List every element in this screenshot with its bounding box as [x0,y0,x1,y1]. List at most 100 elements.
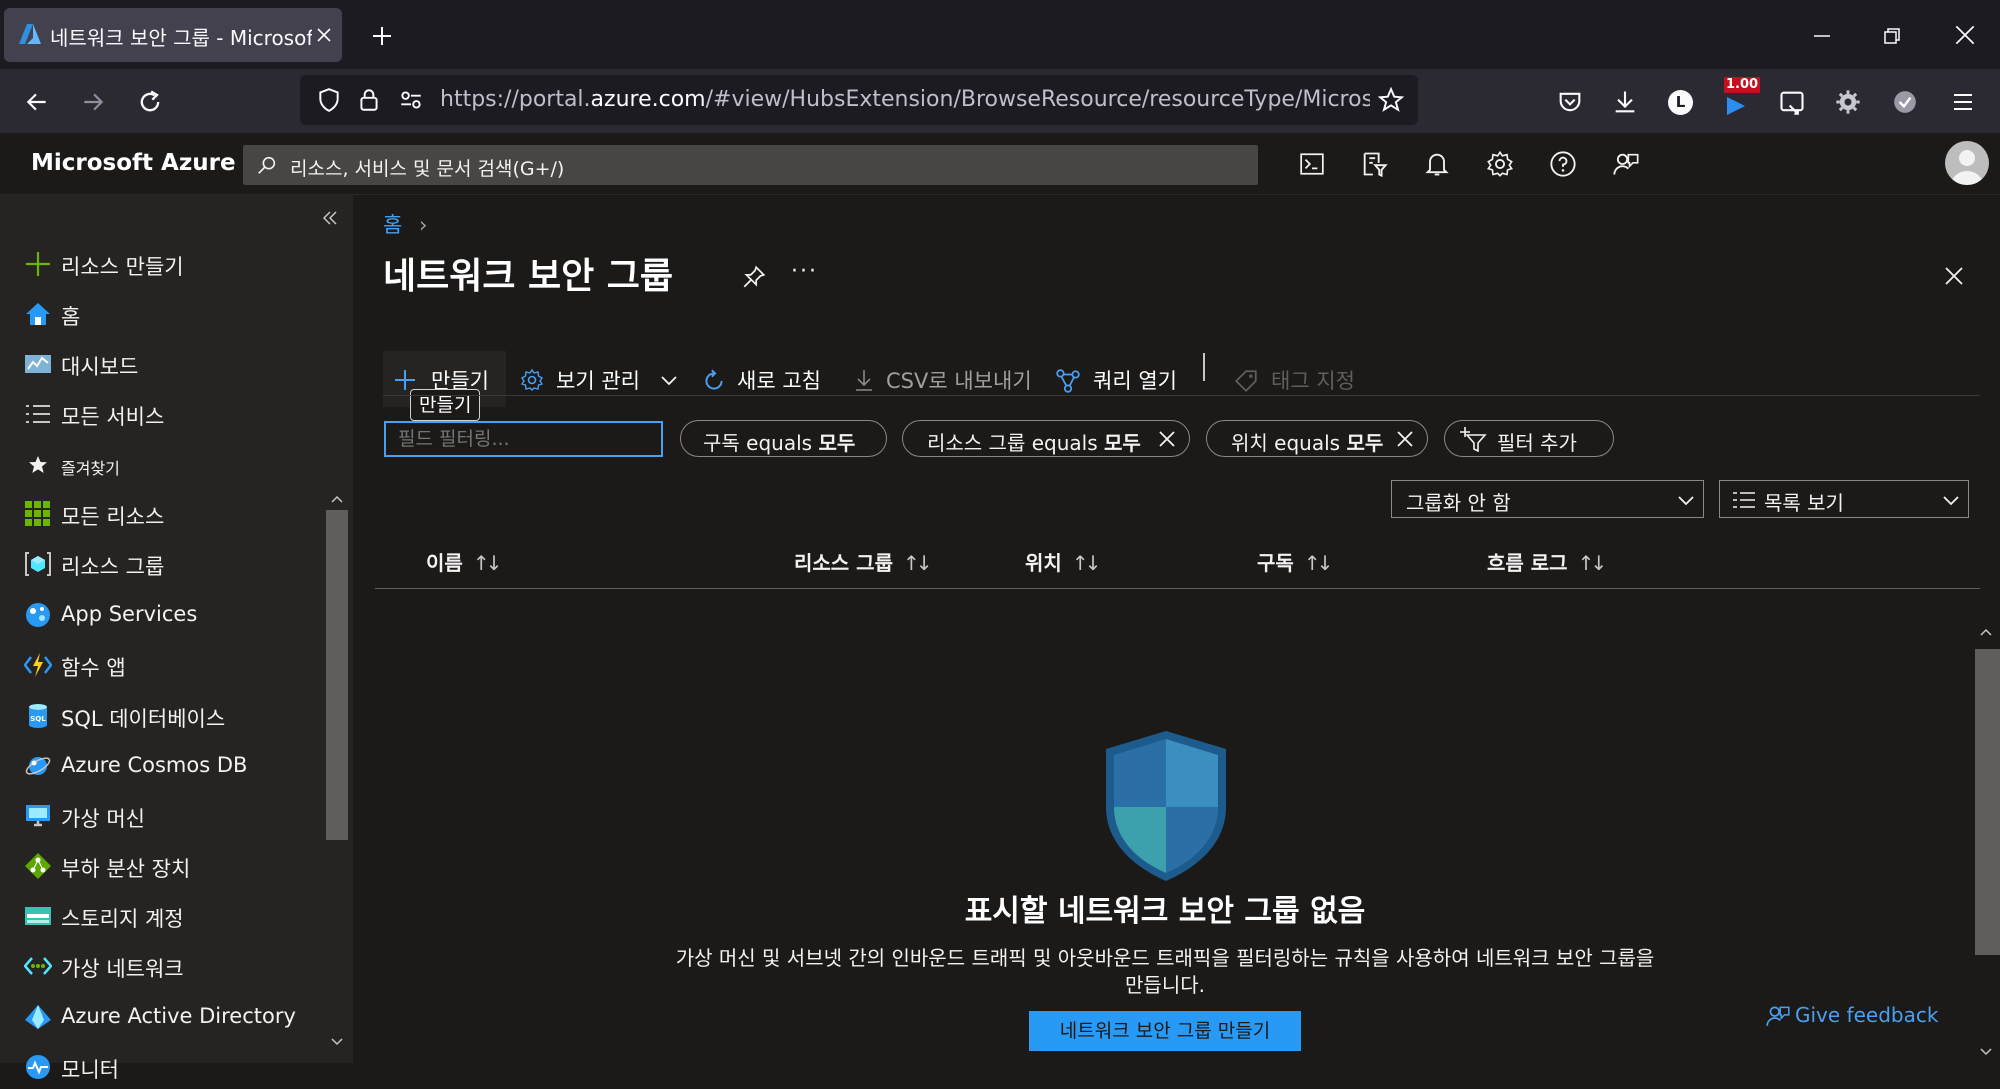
sidebar-item-active-directory[interactable]: Azure Active Directory [0,993,320,1039]
column-header-subscription[interactable]: 구독 ↑↓ [1257,547,1333,576]
bookmark-star-icon[interactable] [1378,87,1404,113]
close-blade-icon[interactable] [1942,264,1966,288]
grouping-dropdown[interactable]: 그룹화 안 함 [1391,480,1704,518]
column-header-name[interactable]: 이름 ↑↓ [426,547,502,576]
view-mode-dropdown[interactable]: 목록 보기 [1719,480,1969,518]
assign-tags-button[interactable]: 태그 지정 [1231,351,1361,407]
minimize-icon[interactable] [1810,24,1834,48]
manage-view-button[interactable]: 보기 관리 [516,351,682,407]
lock-icon[interactable] [356,87,382,113]
sidebar-item-app-services[interactable]: App Services [0,591,320,637]
load-balancer-icon [25,853,51,879]
location-filter-pill[interactable]: 위치 equals 모두 [1206,420,1428,457]
sidebar-item-load-balancers[interactable]: 부하 분산 장치 [0,842,320,888]
create-nsg-button[interactable]: 네트워크 보안 그룹 만들기 [1029,1011,1301,1051]
column-header-resource-group[interactable]: 리소스 그룹 ↑↓ [794,547,932,576]
sidebar-item-sql-databases[interactable]: SQL SQL 데이터베이스 [0,692,320,738]
download-icon[interactable] [1611,88,1639,116]
column-header-flow-log[interactable]: 흐름 로그 ↑↓ [1487,547,1607,576]
create-tooltip: 만들기 [410,389,481,421]
filter-field-input[interactable] [384,421,663,457]
directory-filter-icon[interactable] [1360,150,1388,178]
sort-icon: ↑↓ [472,551,502,575]
restore-icon[interactable] [1880,24,1904,48]
pocket-icon[interactable] [1556,88,1584,116]
azure-brand[interactable]: Microsoft Azure [31,150,236,176]
main-scroll-thumb[interactable] [1975,649,2000,955]
collapse-sidebar-icon[interactable] [320,208,340,228]
sidebar-item-virtual-networks[interactable]: 가상 네트워크 [0,942,320,988]
tab-close-icon[interactable] [316,27,332,43]
sidebar-scroll-thumb[interactable] [326,510,348,840]
sidebar-item-cosmos-db[interactable]: Azure Cosmos DB [0,742,320,788]
network-security-group-shield-icon [1106,731,1226,881]
pin-icon[interactable] [741,264,767,290]
function-app-icon [24,653,52,677]
portal-settings-icon[interactable] [1486,150,1514,178]
screenshot-icon[interactable] [1778,88,1806,116]
search-placeholder: 리소스, 서비스 및 문서 검색(G+/) [290,158,565,180]
refresh-button[interactable]: 새로 고침 [697,351,827,407]
chevron-down-icon [1678,496,1694,506]
global-search-input[interactable]: 리소스, 서비스 및 문서 검색(G+/) [243,145,1258,185]
sidebar-scrollbar[interactable] [325,490,349,1063]
window-close-icon[interactable] [1952,22,1978,48]
export-csv-button[interactable]: CSV로 내보내기 [850,351,1032,407]
azure-logo-icon [19,24,41,44]
profile-avatar[interactable]: L [1668,90,1693,115]
table-header-divider [375,588,1980,589]
sidebar-item-all-services[interactable]: 모든 서비스 [0,390,320,436]
home-icon [26,303,50,325]
star-icon [29,456,47,473]
tag-icon [1235,370,1257,392]
sidebar-item-virtual-machines[interactable]: 가상 머신 [0,792,320,838]
scroll-up-icon[interactable] [1979,627,1993,637]
refresh-icon [705,369,723,390]
forward-arrow-icon[interactable] [80,89,106,115]
menu-hamburger-icon[interactable] [1950,90,1976,114]
subscription-filter-pill[interactable]: 구독 equals 모두 [680,420,887,457]
app-services-icon [26,603,50,627]
more-options-icon[interactable]: ··· [791,259,818,284]
address-bar[interactable]: https://portal.azure.com/#view/HubsExten… [300,75,1418,125]
remove-filter-icon[interactable] [1396,430,1414,448]
scroll-up-icon[interactable] [330,494,344,504]
cloud-shell-icon[interactable] [1298,151,1326,177]
sidebar-item-create-resource[interactable]: 리소스 만들기 [0,240,320,286]
sort-icon: ↑↓ [902,551,932,575]
sidebar-item-dashboard[interactable]: 대시보드 [0,340,320,386]
notifications-bell-icon[interactable] [1423,150,1451,178]
sidebar-item-resource-groups[interactable]: 리소스 그룹 [0,540,320,586]
scroll-down-icon[interactable] [1979,1047,1993,1057]
open-query-button[interactable]: 쿼리 열기 [1053,351,1183,407]
settings-gear-icon[interactable] [1834,88,1862,116]
sidebar-item-storage-accounts[interactable]: 스토리지 계정 [0,892,320,938]
remove-filter-icon[interactable] [1158,430,1176,448]
add-filter-button[interactable]: 필터 추가 [1444,420,1614,457]
toolbar-divider [1203,353,1205,381]
breadcrumb-home-link[interactable]: 홈 [383,213,402,237]
feedback-icon[interactable] [1612,150,1640,178]
column-header-location[interactable]: 위치 ↑↓ [1025,547,1101,576]
virtual-network-icon [24,957,52,975]
reload-icon[interactable] [136,88,164,116]
sidebar-item-home[interactable]: 홈 [0,290,320,336]
new-tab-icon[interactable] [370,24,394,48]
user-avatar[interactable] [1945,141,1989,185]
sidebar-item-function-apps[interactable]: 함수 앱 [0,641,320,687]
main-scrollbar[interactable] [1973,627,2000,1063]
permissions-icon[interactable] [398,87,424,113]
browser-tab[interactable]: 네트워크 보안 그룹 - Microsoft Azure [4,8,342,62]
chevron-down-icon [1943,496,1959,506]
shield-icon[interactable] [316,87,342,113]
sidebar-item-monitor[interactable]: 모니터 [0,1043,320,1089]
sidebar-item-all-resources[interactable]: 모든 리소스 [0,490,320,536]
help-icon[interactable] [1549,150,1577,178]
extension-check-icon[interactable] [1892,89,1918,115]
url-text[interactable]: https://portal.azure.com/#view/HubsExten… [440,87,1370,112]
scroll-down-icon[interactable] [330,1037,344,1047]
resource-group-filter-pill[interactable]: 리소스 그룹 equals 모두 [902,420,1190,457]
back-arrow-icon[interactable] [24,89,50,115]
extension-badge-button[interactable]: 1.00 [1718,77,1761,119]
extension-play-icon [1727,97,1745,115]
